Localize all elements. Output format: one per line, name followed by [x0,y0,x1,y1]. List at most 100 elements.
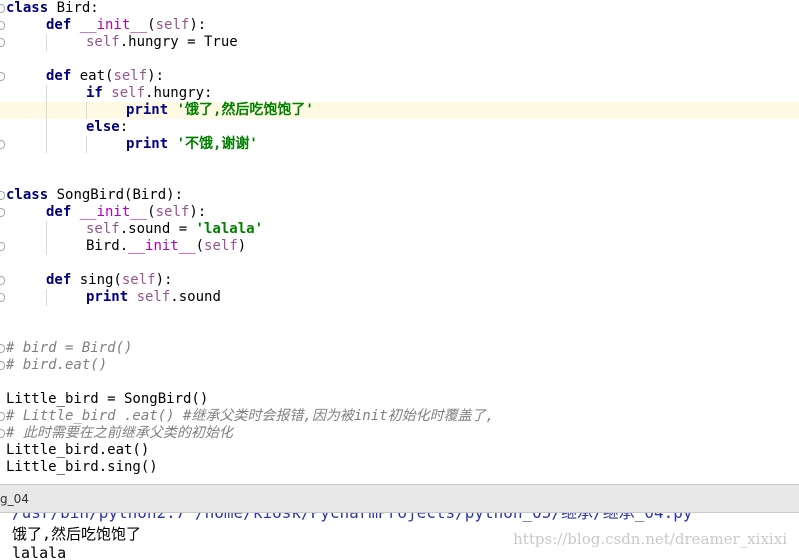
code-token: eat( [79,68,114,84]
console-output-line: lalala [12,544,67,560]
code-line[interactable]: print self.sound [0,289,799,306]
code-text: # bird.eat() [6,357,107,374]
code-line[interactable]: # 此时需要在之前继承父类的初始化 [0,425,799,442]
code-line[interactable]: Little_bird.eat() [0,442,799,459]
code-token: : [119,119,129,135]
code-token: .hungry = True [119,34,238,50]
code-text: def __init__(self): [46,17,206,34]
code-line[interactable]: class SongBird(Bird): [0,187,799,204]
code-line[interactable]: print '不饿,谢谢' [0,136,799,153]
code-token: Little_bird = SongBird() [6,391,209,407]
indent-guide [46,221,47,238]
code-line[interactable] [0,323,799,340]
code-token: def [46,17,80,33]
code-line[interactable]: Little_bird.sing() [0,459,799,476]
code-line[interactable]: # bird.eat() [0,357,799,374]
code-line[interactable]: Little_bird = SongBird() [0,391,799,408]
code-text: self.sound = 'lalala' [86,221,263,238]
code-token: __init__ [79,204,148,220]
code-text: def sing(self): [46,272,172,289]
code-line[interactable]: else: [0,119,799,136]
console-command-line: /usr/bin/python2.7 /home/kiosk/PycharmPr… [12,513,693,522]
code-token: def [46,68,80,84]
fold-marker-icon[interactable] [0,242,5,251]
code-line[interactable]: self.hungry = True [0,34,799,51]
code-line[interactable]: def __init__(self): [0,204,799,221]
code-line[interactable]: self.sound = 'lalala' [0,221,799,238]
code-token: self [204,238,238,254]
fold-marker-icon[interactable] [0,429,5,438]
code-line[interactable] [0,51,799,68]
code-token: self [136,289,171,305]
code-line[interactable]: def eat(self): [0,68,799,85]
watermark-text: https://blog.csdn.net/dreamer_xixixi [513,530,787,548]
code-line[interactable] [0,153,799,170]
code-line[interactable]: def __init__(self): [0,17,799,34]
code-line[interactable]: Bird.__init__(self) [0,238,799,255]
indent-guide [46,289,47,306]
code-token: SongBird(Bird): [48,187,184,203]
indent-guide [86,102,87,119]
code-line[interactable]: def sing(self): [0,272,799,289]
code-token: # bird.eat() [6,357,108,373]
code-text: print '不饿,谢谢' [126,136,258,153]
fold-marker-icon[interactable] [0,38,5,47]
code-token: # bird = Bird() [6,340,133,356]
code-token: self [86,34,120,50]
code-line[interactable]: class Bird: [0,0,799,17]
code-token: sing( [79,272,122,288]
code-token: class [6,187,49,203]
fold-marker-icon[interactable] [0,21,5,30]
code-token: '饿了,然后吃饱饱了' [176,102,314,118]
fold-marker-icon[interactable] [0,412,5,421]
code-text: # bird = Bird() [6,340,132,357]
code-text: print '饿了,然后吃饱饱了' [126,102,314,119]
fold-marker-icon[interactable] [0,191,5,200]
code-token: Little_bird.sing() [6,459,158,475]
fold-marker-icon[interactable] [0,208,5,217]
code-line[interactable]: # Little_bird .eat() #继承父类时会报错,因为被init初始… [0,408,799,425]
code-line[interactable]: # bird = Bird() [0,340,799,357]
code-token: self [155,17,190,33]
code-token: self [86,221,120,237]
code-text: # 此时需要在之前继承父类的初始化 [6,425,233,442]
code-token: def [46,204,80,220]
indent-guide [46,119,47,136]
code-text: Little_bird.eat() [6,442,149,459]
code-token: .hungry: [145,85,213,101]
code-token: print [126,136,177,152]
code-token: else [86,119,120,135]
code-line[interactable] [0,255,799,272]
fold-marker-icon[interactable] [0,361,5,370]
code-text: class Bird: [6,0,99,17]
code-token: ): [147,68,165,84]
code-token: __init__ [128,238,196,254]
code-line[interactable] [0,170,799,187]
fold-marker-icon[interactable] [0,4,5,13]
code-line[interactable] [0,374,799,391]
code-text: Bird.__init__(self) [86,238,246,255]
indent-guide [46,102,47,119]
code-token: print [126,102,177,118]
fold-marker-icon[interactable] [0,72,5,81]
indent-guide [46,85,47,102]
code-token: Little_bird.eat() [6,442,150,458]
run-tab-label[interactable]: g_04 [0,492,29,506]
code-token: '不饿,谢谢' [176,136,258,152]
fold-marker-icon[interactable] [0,344,5,353]
code-line[interactable] [0,306,799,323]
code-token: ): [189,17,207,33]
code-text: self.hungry = True [86,34,238,51]
code-line[interactable]: if self.hungry: [0,85,799,102]
code-text: if self.hungry: [86,85,212,102]
code-editor[interactable]: class Bird: def __init__(self): self.hungr… [0,0,799,484]
fold-marker-icon[interactable] [0,293,5,302]
code-token: self [155,204,190,220]
code-line[interactable]: print '饿了,然后吃饱饱了' [0,102,799,119]
code-token: if [86,85,112,101]
indent-guide [46,238,47,255]
fold-marker-icon[interactable] [0,276,5,285]
code-text: # Little_bird .eat() #继承父类时会报错,因为被init初始… [6,408,494,425]
code-token: def [46,272,80,288]
fold-marker-icon[interactable] [0,140,5,149]
